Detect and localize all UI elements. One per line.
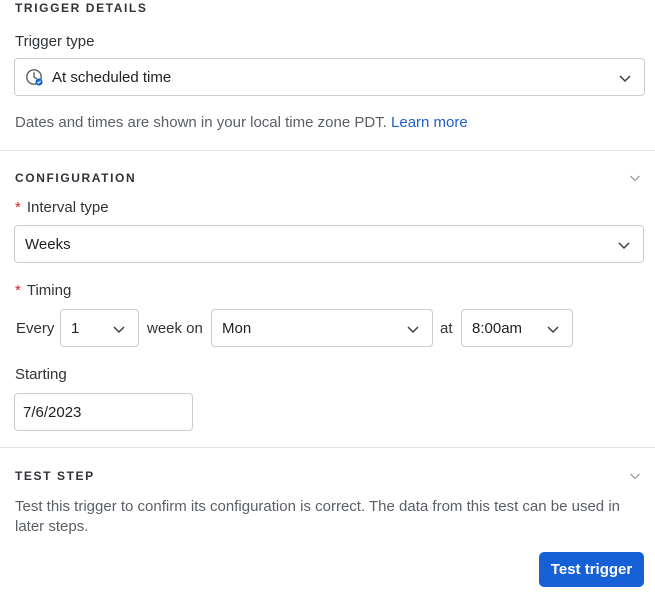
time-select[interactable]: 8:00am: [461, 309, 573, 347]
test-trigger-button[interactable]: Test trigger: [539, 552, 644, 587]
clock-icon: [25, 68, 43, 86]
every-text: Every: [16, 320, 55, 337]
chevron-down-icon[interactable]: [629, 470, 641, 482]
divider: [0, 150, 655, 151]
divider: [0, 447, 655, 448]
time-value: 8:00am: [472, 319, 523, 337]
timing-label: * Timing: [15, 282, 71, 299]
every-value: 1: [71, 319, 80, 337]
trigger-type-value: At scheduled time: [52, 68, 172, 86]
starting-date-value: 7/6/2023: [23, 403, 82, 421]
chevron-down-icon: [619, 75, 631, 83]
timezone-hint: Dates and times are shown in your local …: [15, 114, 468, 131]
timing-label-text: Timing: [26, 282, 72, 299]
required-marker: *: [15, 199, 21, 216]
chevron-down-icon: [547, 326, 559, 334]
test-step-description: Test this trigger to confirm its configu…: [15, 498, 620, 535]
week-on-text: week on: [147, 320, 203, 337]
starting-date-input[interactable]: 7/6/2023: [14, 393, 193, 431]
interval-type-label: * Interval type: [15, 199, 109, 216]
every-select[interactable]: 1: [60, 309, 139, 347]
trigger-type-select[interactable]: At scheduled time: [14, 58, 645, 96]
day-value: Mon: [222, 319, 252, 337]
learn-more-link[interactable]: Learn more: [391, 114, 468, 131]
chevron-down-icon: [113, 326, 125, 334]
trigger-type-label: Trigger type: [15, 33, 95, 50]
at-text: at: [440, 320, 453, 337]
configuration-heading: CONFIGURATION: [15, 171, 137, 185]
chevron-down-icon[interactable]: [629, 172, 641, 184]
interval-type-select[interactable]: Weeks: [14, 225, 644, 263]
required-marker: *: [15, 282, 21, 299]
day-select[interactable]: Mon: [211, 309, 433, 347]
interval-type-label-text: Interval type: [26, 199, 109, 216]
chevron-down-icon: [618, 242, 630, 250]
trigger-details-heading: TRIGGER DETAILS: [15, 1, 148, 15]
starting-label: Starting: [15, 366, 67, 383]
timezone-hint-text: Dates and times are shown in your local …: [15, 114, 387, 131]
chevron-down-icon: [407, 326, 419, 334]
interval-type-value: Weeks: [25, 235, 71, 253]
test-step-heading: TEST STEP: [15, 469, 95, 483]
